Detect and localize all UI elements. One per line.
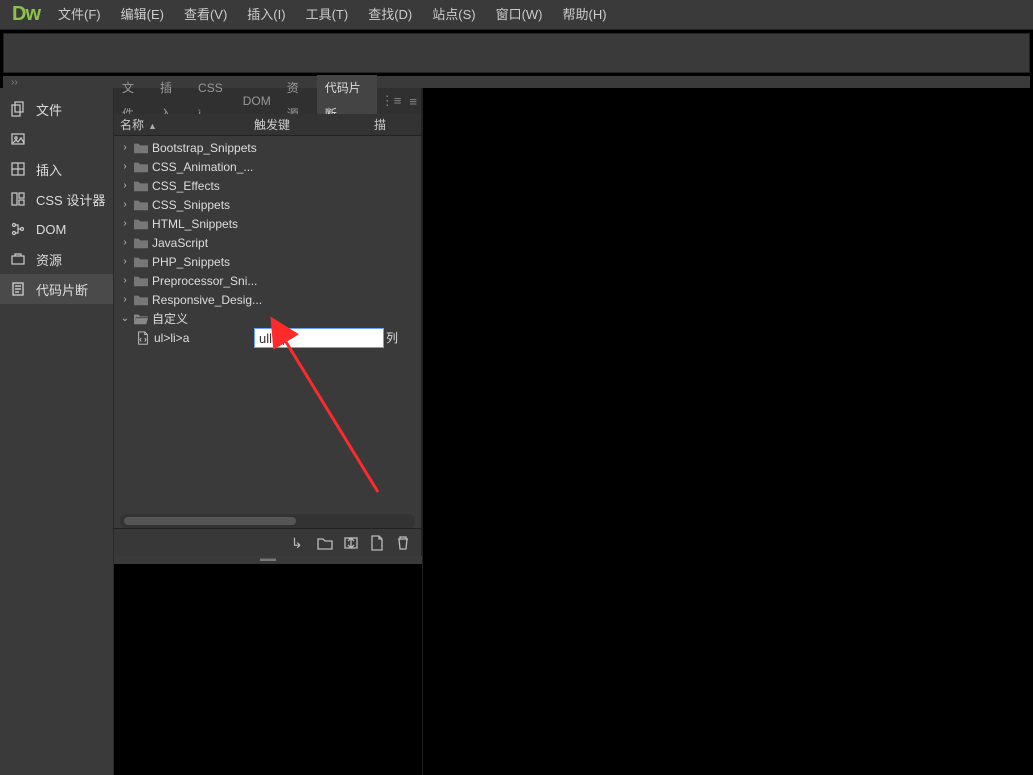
folder-icon [134, 142, 148, 154]
menu-view[interactable]: 查看(V) [174, 0, 237, 30]
menu-edit[interactable]: 编辑(E) [111, 0, 174, 30]
sync-icon[interactable] [343, 535, 359, 551]
folder-row[interactable]: › HTML_Snippets [114, 214, 421, 233]
menu-help[interactable]: 帮助(H) [553, 0, 617, 30]
tab-dom[interactable]: DOM [235, 88, 279, 114]
folder-label: CSS_Effects [152, 179, 220, 193]
sidebar-item-label: 代码片断 [36, 280, 88, 299]
menu-bar: Dw 文件(F) 编辑(E) 查看(V) 插入(I) 工具(T) 查找(D) 站… [0, 0, 1033, 30]
folder-row[interactable]: › CSS_Snippets [114, 195, 421, 214]
folder-row[interactable]: › Preprocessor_Sni... [114, 271, 421, 290]
sidebar-item-files[interactable]: 文件 [0, 94, 113, 124]
left-panel-strip: 文件 插入 CSS 设计器 DOM [0, 88, 114, 775]
folder-row[interactable]: › CSS_Animation_... [114, 157, 421, 176]
description-cell: 列 [386, 329, 398, 346]
insert-icon [10, 161, 26, 177]
folder-label: Bootstrap_Snippets [152, 141, 257, 155]
col-desc[interactable]: 描 [374, 116, 421, 133]
horizontal-scrollbar[interactable] [120, 514, 415, 528]
chevron-right-icon[interactable]: › [120, 180, 130, 191]
col-trigger[interactable]: 触发键 [254, 116, 374, 133]
menu-file[interactable]: 文件(F) [48, 0, 111, 30]
folder-label: HTML_Snippets [152, 217, 238, 231]
panel-footer: ↳ [114, 528, 421, 556]
folder-label: Responsive_Desig... [152, 293, 262, 307]
sidebar-item-assets[interactable]: 资源 [0, 244, 113, 274]
col-name[interactable]: 名称▲ [114, 116, 254, 133]
menu-insert[interactable]: 插入(I) [237, 0, 295, 30]
image-icon [10, 131, 26, 147]
sidebar-item-label: 资源 [36, 250, 62, 269]
panel-tab-strip: 文件 插入 CSS ì DOM 资源 代码片断 ⋮≡ ≡ [114, 88, 421, 114]
chevron-right-icon[interactable]: › [120, 275, 130, 286]
menu-tools[interactable]: 工具(T) [296, 0, 359, 30]
chevron-right-icon[interactable]: › [120, 256, 130, 267]
folder-row[interactable]: › CSS_Effects [114, 176, 421, 195]
scrollbar-thumb[interactable] [124, 517, 296, 525]
app-logo: Dw [4, 3, 48, 26]
assets-icon [10, 251, 26, 267]
sidebar-item-dom[interactable]: DOM [0, 214, 113, 244]
menu-window[interactable]: 窗口(W) [486, 0, 553, 30]
menu-find[interactable]: 查找(D) [358, 0, 422, 30]
folder-icon [134, 256, 148, 268]
sidebar-item-snippets[interactable]: 代码片断 [0, 274, 113, 304]
folder-label: JavaScript [152, 236, 208, 250]
sidebar-item-cclibraries[interactable] [0, 124, 113, 154]
folder-icon [134, 218, 148, 230]
document-area [422, 88, 1033, 775]
folder-label: PHP_Snippets [152, 255, 230, 269]
trigger-key-value: ullia [259, 331, 282, 346]
panel-collapse-icon[interactable]: ⋮≡ [377, 93, 406, 109]
folder-row[interactable]: › PHP_Snippets [114, 252, 421, 271]
folder-row[interactable]: › JavaScript [114, 233, 421, 252]
new-snippet-icon[interactable] [369, 535, 385, 551]
folder-label: CSS_Snippets [152, 198, 230, 212]
files-icon [10, 101, 26, 117]
sidebar-item-label: 插入 [36, 160, 62, 179]
chevron-right-icon[interactable]: › [120, 199, 130, 210]
folder-row[interactable]: › Bootstrap_Snippets [114, 138, 421, 157]
folder-icon [134, 294, 148, 306]
trash-icon[interactable] [395, 535, 411, 551]
folder-icon [134, 237, 148, 249]
chevron-right-icon[interactable]: › [120, 237, 130, 248]
column-header: 名称▲ 触发键 描 [114, 114, 421, 136]
folder-icon [134, 180, 148, 192]
insert-snippet-icon[interactable]: ↳ [291, 535, 307, 551]
new-folder-icon[interactable] [317, 535, 333, 551]
sidebar-item-css-designer[interactable]: CSS 设计器 [0, 184, 113, 214]
sidebar-item-insert[interactable]: 插入 [0, 154, 113, 184]
chevron-right-icon[interactable]: › [120, 218, 130, 229]
folder-open-icon [134, 313, 148, 325]
folder-icon [134, 275, 148, 287]
panel-menu-icon[interactable]: ≡ [405, 94, 421, 109]
folder-label: CSS_Animation_... [152, 160, 253, 174]
snippet-label: ul>li>a [154, 331, 189, 345]
folder-label: Preprocessor_Sni... [152, 274, 257, 288]
snippet-file-icon [136, 331, 150, 345]
snippets-panel: 文件 插入 CSS ì DOM 资源 代码片断 ⋮≡ ≡ 名称▲ 触发键 描 ›… [114, 88, 422, 556]
dom-icon [10, 221, 26, 237]
folder-icon [134, 161, 148, 173]
sidebar-item-label: DOM [36, 222, 66, 237]
chevron-right-icon[interactable]: › [120, 142, 130, 153]
snippet-tree: › Bootstrap_Snippets › CSS_Animation_...… [114, 136, 421, 528]
folder-icon [134, 199, 148, 211]
folder-row[interactable]: › Responsive_Desig... [114, 290, 421, 309]
quick-toolbar [3, 33, 1030, 73]
sidebar-item-label: 文件 [36, 100, 62, 119]
panel-resize-grip[interactable]: ▬▬ [114, 556, 422, 564]
css-designer-icon [10, 191, 26, 207]
sort-asc-icon: ▲ [148, 121, 157, 131]
trigger-key-input[interactable]: ullia [254, 328, 384, 348]
sidebar-item-label: CSS 设计器 [36, 190, 105, 209]
snippets-icon [10, 281, 26, 297]
folder-row-custom[interactable]: ⌄ 自定义 [114, 309, 421, 328]
folder-label: 自定义 [152, 310, 188, 327]
chevron-right-icon[interactable]: › [120, 294, 130, 305]
chevron-right-icon[interactable]: › [120, 161, 130, 172]
chevron-down-icon[interactable]: ⌄ [120, 313, 130, 324]
menu-site[interactable]: 站点(S) [422, 0, 485, 30]
